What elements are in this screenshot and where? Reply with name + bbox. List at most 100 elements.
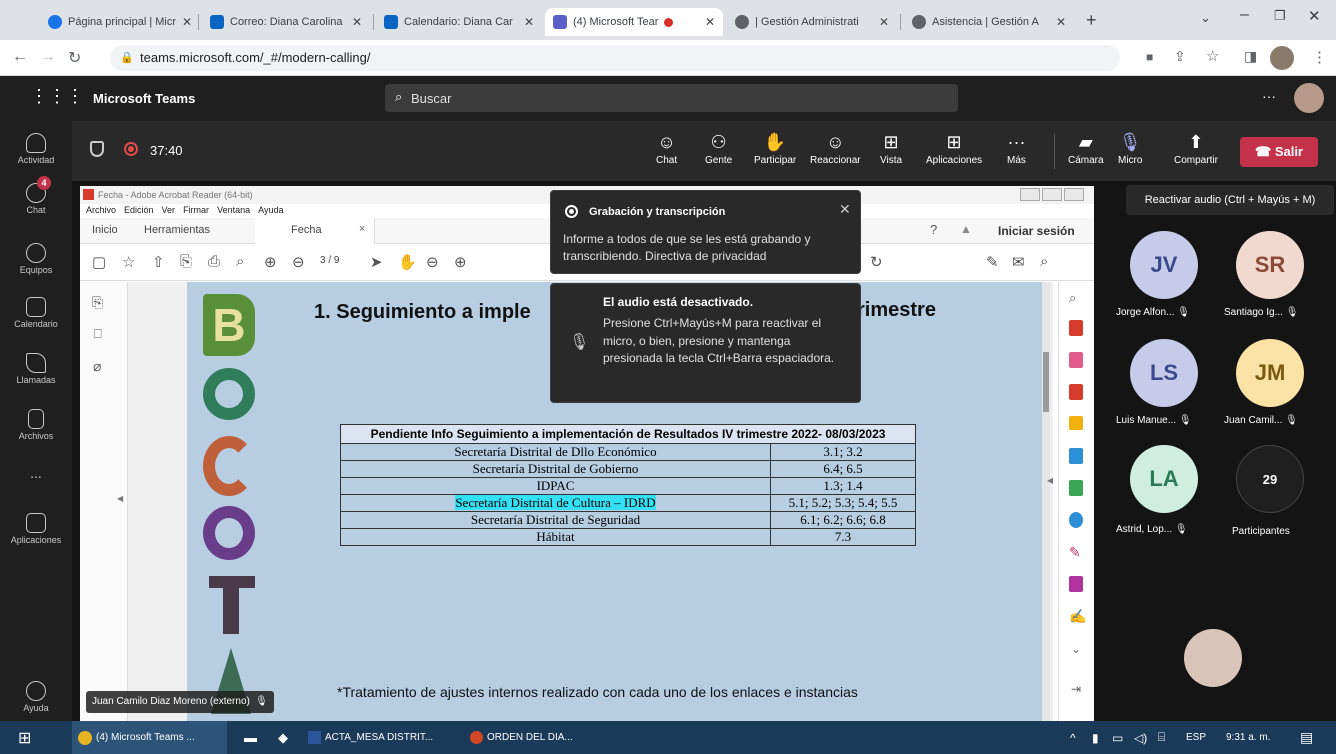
camera-button[interactable]: ▰ Cámara — [1068, 131, 1104, 166]
notifications-icon[interactable]: ▤ — [1300, 721, 1313, 754]
expand-panel-icon[interactable]: ◀ — [1047, 476, 1053, 485]
star-icon[interactable]: ☆ — [122, 253, 135, 271]
rail-item-chat[interactable]: 4 Chat — [0, 176, 72, 215]
request-sign-icon[interactable]: ✍ — [1069, 608, 1086, 625]
close-icon[interactable]: ✕ — [839, 201, 851, 218]
acrobat-minimize-button[interactable] — [1020, 188, 1040, 201]
tab-inicio[interactable]: Inicio — [92, 224, 118, 236]
signature-icon[interactable]: ✎ — [1069, 544, 1081, 561]
comment-icon[interactable] — [1069, 416, 1083, 430]
notification-bell-icon[interactable]: ▲ — [960, 222, 972, 236]
tray-app-icon[interactable]: ▮ — [1092, 721, 1099, 754]
help-icon[interactable]: ? — [930, 222, 937, 237]
bookmark-icon[interactable]: ⎕ — [94, 326, 102, 342]
pages-thumbnail-icon[interactable]: ⎘ — [92, 294, 103, 311]
shield-icon[interactable] — [90, 141, 104, 157]
mail-icon[interactable]: ✉ — [1012, 253, 1025, 271]
rail-more-button[interactable]: ... — [0, 465, 72, 481]
page-down-icon[interactable]: ⊖ — [292, 253, 305, 271]
window-close-button[interactable]: ✕ — [1308, 7, 1321, 25]
menu-ver[interactable]: Ver — [162, 205, 176, 215]
hand-tool-icon[interactable]: ✋ — [398, 253, 417, 271]
tray-expand-icon[interactable]: ^ — [1070, 721, 1076, 754]
save-icon[interactable]: ▢ — [92, 253, 106, 271]
upload-icon[interactable]: ⇧ — [152, 253, 165, 271]
close-icon[interactable]: ✕ — [176, 15, 192, 29]
zoom-out-icon[interactable]: ⊖ — [426, 253, 439, 271]
taskbar-item[interactable]: ACTA_MESA DISTRIT... — [304, 721, 454, 754]
view-button[interactable]: ⊞ Vista — [880, 131, 902, 166]
people-button[interactable]: ⚇ Gente — [705, 131, 732, 166]
menu-ventana[interactable]: Ventana — [217, 205, 250, 215]
tab-search-icon[interactable]: ⌄ — [1200, 10, 1211, 26]
more-button[interactable]: ··· Más — [1007, 131, 1026, 166]
browser-tab[interactable]: | Gestión Administrati ✕ — [727, 8, 897, 36]
avatar[interactable]: JM — [1236, 339, 1304, 407]
close-icon[interactable]: × — [359, 223, 365, 235]
acrobat-close-button[interactable] — [1064, 188, 1084, 201]
zoom-in-icon[interactable]: ⊕ — [454, 253, 467, 271]
close-icon[interactable]: ✕ — [346, 15, 362, 29]
page-up-icon[interactable]: ⊕ — [264, 253, 277, 271]
collapse-panel-icon[interactable]: ◀ — [117, 494, 123, 503]
rail-item-apps[interactable]: Aplicaciones — [0, 513, 72, 545]
select-cursor-icon[interactable]: ➤ — [370, 253, 383, 271]
close-icon[interactable]: ✕ — [518, 15, 534, 29]
forward-icon[interactable]: → — [40, 48, 56, 66]
close-icon[interactable]: ✕ — [1050, 15, 1066, 29]
close-icon[interactable]: ✕ — [873, 15, 889, 29]
edit-pdf-icon[interactable] — [1069, 512, 1083, 528]
leave-call-button[interactable]: ☎ Salir — [1240, 137, 1318, 167]
avatar[interactable]: LS — [1130, 339, 1198, 407]
browser-tab[interactable]: Calendario: Diana Car ✕ — [376, 8, 542, 36]
minimize-button[interactable]: – — [1240, 6, 1249, 24]
rail-item-help[interactable]: Ayuda — [0, 681, 72, 713]
search-input[interactable]: ⌕ Buscar — [385, 84, 958, 112]
browser-tab-active[interactable]: (4) Microsoft Tear ✕ — [545, 8, 723, 36]
acrobat-restore-button[interactable] — [1042, 188, 1062, 201]
organize-pages-icon[interactable] — [1069, 352, 1083, 368]
clock[interactable]: 9:31 a. m. — [1226, 721, 1270, 754]
new-tab-button[interactable]: + — [1086, 10, 1097, 31]
menu-archivo[interactable]: Archivo — [86, 205, 116, 215]
close-icon[interactable]: ✕ — [699, 15, 715, 29]
start-button[interactable]: ⊞ — [18, 721, 31, 754]
tab-herramientas[interactable]: Herramientas — [144, 224, 210, 236]
protect-icon[interactable] — [1069, 576, 1083, 592]
avatar[interactable]: LA — [1130, 445, 1198, 513]
taskbar-item[interactable]: ORDEN DEL DIA... — [466, 721, 616, 754]
apps-button[interactable]: ⊞ Aplicaciones — [926, 131, 982, 166]
zoom-panel-icon[interactable]: ⌕ — [1069, 290, 1076, 306]
taskbar-item[interactable]: (4) Microsoft Teams ... — [72, 721, 227, 754]
reload-icon[interactable]: ↻ — [68, 48, 81, 68]
network-icon[interactable]: ⌸ — [1158, 721, 1165, 754]
browser-menu-icon[interactable]: ⋮ — [1312, 48, 1327, 66]
find-text-icon[interactable]: ⌕ — [1040, 253, 1048, 270]
menu-firmar[interactable]: Firmar — [183, 205, 209, 215]
avatar[interactable]: JV — [1130, 231, 1198, 299]
back-icon[interactable]: ← — [12, 48, 28, 66]
raise-hand-button[interactable]: ✋ Participar — [754, 131, 796, 166]
share-icon[interactable]: ⇪ — [1174, 48, 1186, 65]
mic-button[interactable]: 🎙 Micro — [1118, 131, 1142, 166]
menu-edicion[interactable]: Edición — [124, 205, 154, 215]
teams-taskbar-icon[interactable]: ◆ — [278, 721, 288, 754]
export-pdf-icon[interactable] — [1069, 320, 1083, 336]
bookmark-star-icon[interactable]: ☆ — [1206, 47, 1219, 65]
rail-item-calls[interactable]: Llamadas — [0, 353, 72, 385]
rail-item-files[interactable]: Archivos — [0, 409, 72, 441]
rotate-icon[interactable]: ↻ — [870, 253, 883, 271]
sign-icon[interactable]: ✎ — [986, 253, 999, 271]
share-file-icon[interactable]: ⎘ — [180, 253, 192, 270]
print-icon[interactable]: ⎙ — [208, 253, 220, 270]
app-launcher-icon[interactable]: ⋮⋮⋮ — [30, 86, 84, 107]
participant-count[interactable]: 29 — [1236, 445, 1304, 513]
create-pdf-icon[interactable] — [1069, 384, 1083, 400]
browser-tab[interactable]: Página principal | Micr ✕ — [40, 8, 195, 36]
url-field[interactable]: 🔒 teams.microsoft.com/_#/modern-calling/ — [110, 45, 1120, 71]
sidepanel-icon[interactable]: ◨ — [1244, 48, 1257, 65]
profile-avatar[interactable] — [1270, 46, 1294, 70]
attachment-icon[interactable]: ⌀ — [93, 358, 101, 375]
panel-scroll-icon[interactable]: ⌄ — [1071, 642, 1081, 656]
page-indicator[interactable]: 3 / 9 — [320, 255, 339, 266]
